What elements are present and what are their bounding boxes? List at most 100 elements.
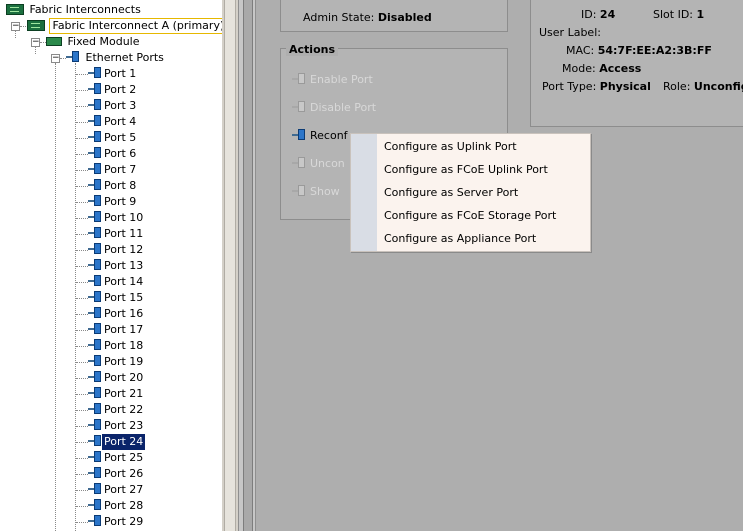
tree-node-port[interactable]: Port 29 bbox=[88, 514, 145, 530]
enable-port-icon bbox=[292, 73, 306, 85]
ethernet-port-icon bbox=[88, 99, 102, 111]
menu-item-configure-fcoe-uplink-port[interactable]: Configure as FCoE Uplink Port bbox=[384, 160, 548, 180]
tree-node-label: Port 18 bbox=[104, 339, 144, 352]
tree-node-port[interactable]: Port 24 bbox=[88, 434, 146, 450]
tree-node-label: Port 21 bbox=[104, 387, 144, 400]
ethernet-port-icon bbox=[88, 483, 102, 495]
tree-node-label: Port 26 bbox=[104, 467, 144, 480]
tree-node-label: Fixed Module bbox=[67, 35, 140, 48]
ethernet-port-icon bbox=[88, 387, 102, 399]
tree-node-label: Port 11 bbox=[104, 227, 144, 240]
fabric-interconnect-icon bbox=[27, 19, 45, 31]
tree-node-label: Port 23 bbox=[104, 419, 144, 432]
collapse-toggle-icon[interactable]: − bbox=[51, 54, 60, 63]
tree-node-port[interactable]: Port 8 bbox=[88, 178, 138, 194]
actions-title: Actions bbox=[286, 43, 338, 56]
unconfigure-action[interactable]: Uncon bbox=[292, 154, 345, 174]
tree-node-port[interactable]: Port 12 bbox=[88, 242, 145, 258]
enable-port-action[interactable]: Enable Port bbox=[292, 70, 373, 90]
user-label-field: User Label: bbox=[539, 26, 601, 39]
tree-node-port[interactable]: Port 1 bbox=[88, 66, 138, 82]
tree-node-port[interactable]: Port 5 bbox=[88, 130, 138, 146]
ethernet-port-icon bbox=[88, 355, 102, 367]
ethernet-port-icon bbox=[88, 195, 102, 207]
tree-node-label: Port 19 bbox=[104, 355, 144, 368]
tree-node-port[interactable]: Port 20 bbox=[88, 370, 145, 386]
ethernet-port-icon bbox=[88, 307, 102, 319]
unconfigure-port-icon bbox=[292, 157, 306, 169]
show-action[interactable]: Show bbox=[292, 182, 340, 202]
tree-node-label: Port 12 bbox=[104, 243, 144, 256]
slot-id-field: Slot ID: 1 bbox=[653, 8, 705, 21]
admin-state-value: Disabled bbox=[377, 11, 432, 24]
tree-node-port[interactable]: Port 7 bbox=[88, 162, 138, 178]
ethernet-port-icon bbox=[88, 243, 102, 255]
tree-node-port[interactable]: Port 22 bbox=[88, 402, 145, 418]
menu-item-configure-appliance-port[interactable]: Configure as Appliance Port bbox=[384, 229, 536, 249]
tree-node-port[interactable]: Port 25 bbox=[88, 450, 145, 466]
port-type-field: Port Type: Physical bbox=[542, 80, 651, 93]
ethernet-port-icon bbox=[88, 83, 102, 95]
tree-node-port[interactable]: Port 13 bbox=[88, 258, 145, 274]
tree-node-port[interactable]: Port 27 bbox=[88, 482, 145, 498]
tree-node-label: Ethernet Ports bbox=[85, 51, 164, 64]
tree-node-port[interactable]: Port 3 bbox=[88, 98, 138, 114]
ethernet-port-icon bbox=[88, 435, 102, 447]
status-group: Admin State: Disabled bbox=[280, 0, 508, 32]
ethernet-port-icon bbox=[88, 227, 102, 239]
menu-item-configure-server-port[interactable]: Configure as Server Port bbox=[384, 183, 518, 203]
reconfigure-port-icon bbox=[292, 129, 306, 141]
menu-item-configure-fcoe-storage-port[interactable]: Configure as FCoE Storage Port bbox=[384, 206, 556, 226]
tree-node-port[interactable]: Port 16 bbox=[88, 306, 145, 322]
tree-node-fixed-module[interactable]: Fixed Module bbox=[46, 34, 142, 50]
tree-node-port[interactable]: Port 10 bbox=[88, 210, 145, 226]
tree-node-port[interactable]: Port 28 bbox=[88, 498, 145, 514]
collapse-toggle-icon[interactable]: − bbox=[11, 22, 20, 31]
ethernet-port-icon bbox=[88, 515, 102, 527]
tree-node-port[interactable]: Port 18 bbox=[88, 338, 145, 354]
collapse-toggle-icon[interactable]: − bbox=[31, 38, 40, 47]
tree-node-label: Port 1 bbox=[104, 67, 137, 80]
tree-node-label: Port 7 bbox=[104, 163, 137, 176]
ethernet-port-icon bbox=[88, 339, 102, 351]
tree-node-label: Port 24 bbox=[102, 434, 146, 450]
tree-node-port[interactable]: Port 15 bbox=[88, 290, 145, 306]
ethernet-port-icon bbox=[88, 147, 102, 159]
tree-node-port[interactable]: Port 17 bbox=[88, 322, 145, 338]
tree-node-label: Port 20 bbox=[104, 371, 144, 384]
ethernet-port-icon bbox=[88, 259, 102, 271]
tree-node-port[interactable]: Port 4 bbox=[88, 114, 138, 130]
tree-node-port[interactable]: Port 11 bbox=[88, 226, 145, 242]
tree-node-port[interactable]: Port 23 bbox=[88, 418, 145, 434]
tree-node-label: Port 9 bbox=[104, 195, 137, 208]
tree-node-port[interactable]: Port 14 bbox=[88, 274, 145, 290]
tree-node-port[interactable]: Port 21 bbox=[88, 386, 145, 402]
ethernet-port-icon bbox=[88, 291, 102, 303]
tree-node-fabric-interconnects[interactable]: Fabric Interconnects bbox=[6, 2, 143, 18]
show-port-icon bbox=[292, 185, 306, 197]
tree-node-port[interactable]: Port 19 bbox=[88, 354, 145, 370]
ethernet-port-icon bbox=[88, 371, 102, 383]
fabric-interconnect-icon bbox=[6, 3, 24, 15]
properties-group: ID: 24 Slot ID: 1 User Label: MAC: 54:7F… bbox=[530, 0, 743, 127]
tree-node-port[interactable]: Port 6 bbox=[88, 146, 138, 162]
tree-node-ethernet-ports[interactable]: Ethernet Ports bbox=[66, 50, 166, 66]
reconfigure-context-menu: Configure as Uplink Port Configure as FC… bbox=[350, 133, 591, 252]
tree-node-label: Port 3 bbox=[104, 99, 137, 112]
navigation-tree[interactable]: Fabric Interconnects − Fabric Interconne… bbox=[0, 0, 222, 531]
tree-scrollbar[interactable] bbox=[222, 0, 238, 531]
tree-node-port[interactable]: Port 9 bbox=[88, 194, 138, 210]
tree-node-label: Port 16 bbox=[104, 307, 144, 320]
ethernet-port-icon bbox=[88, 179, 102, 191]
disable-port-action[interactable]: Disable Port bbox=[292, 98, 376, 118]
reconfigure-action[interactable]: Reconf bbox=[292, 126, 348, 146]
tree-node-port[interactable]: Port 26 bbox=[88, 466, 145, 482]
ethernet-port-icon bbox=[66, 51, 80, 63]
tree-node-label: Port 6 bbox=[104, 147, 137, 160]
panel-splitter[interactable] bbox=[238, 0, 256, 531]
tree-node-fabric-interconnect-a[interactable]: Fabric Interconnect A (primary) bbox=[27, 18, 222, 34]
menu-item-configure-uplink-port[interactable]: Configure as Uplink Port bbox=[384, 137, 517, 157]
tree-node-port[interactable]: Port 2 bbox=[88, 82, 138, 98]
mac-field: MAC: 54:7F:EE:A2:3B:FF bbox=[566, 44, 712, 57]
ethernet-port-icon bbox=[88, 451, 102, 463]
